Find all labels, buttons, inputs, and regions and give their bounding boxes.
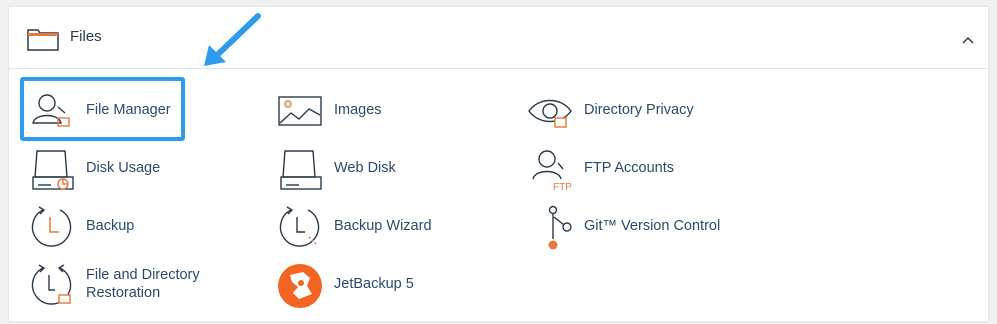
directory-privacy-icon: [528, 99, 572, 128]
item-jetbackup-5[interactable]: JetBackup 5: [277, 263, 427, 313]
item-disk-usage[interactable]: Disk Usage: [29, 147, 179, 197]
web-disk-icon: [280, 150, 322, 190]
item-label: FTP Accounts: [584, 160, 674, 176]
backup-wizard-icon: [279, 206, 320, 247]
backup-icon: [31, 206, 72, 247]
item-label: Backup Wizard: [334, 218, 432, 234]
section-title: Files: [70, 28, 102, 45]
files-section-header[interactable]: Files: [9, 7, 988, 69]
jetbackup-icon: [278, 264, 322, 308]
item-label: Directory Privacy: [584, 102, 694, 118]
item-web-disk[interactable]: Web Disk: [277, 147, 427, 197]
highlight-box: [20, 77, 185, 141]
chevron-up-icon[interactable]: [957, 29, 979, 51]
item-backup-wizard[interactable]: Backup Wizard: [277, 205, 457, 255]
item-label-line2: Restoration: [86, 285, 161, 301]
item-label: JetBackup 5: [334, 276, 414, 292]
disk-usage-icon: [32, 150, 74, 190]
item-directory-privacy[interactable]: Directory Privacy: [527, 89, 727, 139]
restoration-icon: [31, 264, 72, 305]
item-git-version-control[interactable]: Git™ Version Control: [527, 205, 747, 255]
files-panel: Files File Manager Images Directory Priv…: [8, 6, 989, 322]
item-label: File and Directory: [86, 267, 200, 283]
item-label: Backup: [86, 218, 135, 234]
item-label: Web Disk: [334, 160, 396, 176]
ftp-accounts-icon: FTP: [532, 150, 572, 193]
item-images[interactable]: Images: [277, 89, 427, 139]
annotation-arrow-icon: [204, 13, 261, 66]
item-label: Disk Usage: [86, 160, 161, 176]
images-icon: [278, 96, 322, 126]
item-ftp-accounts[interactable]: FTP FTP Accounts: [527, 147, 727, 197]
folder-icon: [27, 29, 59, 51]
item-backup[interactable]: Backup: [29, 205, 179, 255]
git-icon: [548, 205, 572, 250]
item-file-and-directory-restoration[interactable]: File and Directory Restoration: [29, 263, 229, 313]
item-label: Git™ Version Control: [584, 218, 721, 234]
ftp-icon-text: FTP: [553, 182, 572, 193]
item-label: Images: [334, 102, 382, 118]
